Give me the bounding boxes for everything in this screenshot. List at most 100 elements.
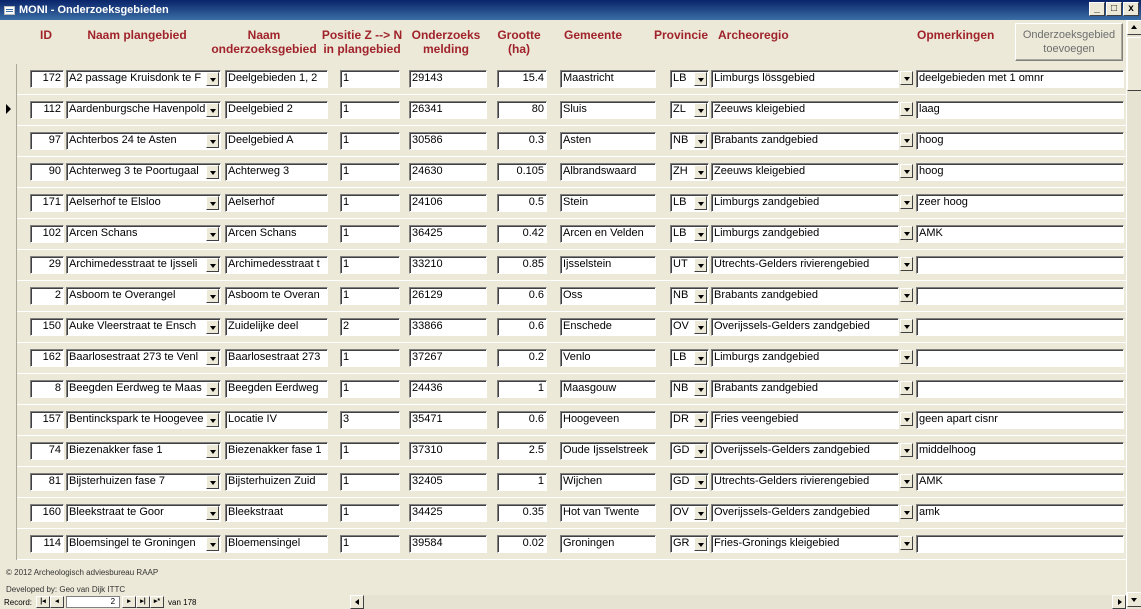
dropdown-arrow-icon[interactable] [694, 72, 707, 86]
provincie-combo[interactable]: GD [670, 473, 709, 491]
add-onderzoeksgebied-button[interactable]: Onderzoeksgebied toevoegen [1015, 23, 1123, 61]
naam-plangebied-combo[interactable]: A2 passage Kruisdonk te F [66, 70, 221, 88]
id-field[interactable]: 172 [30, 70, 64, 88]
provincie-combo[interactable]: LB [670, 194, 709, 212]
positie-field[interactable]: 1 [340, 101, 400, 119]
archeoregio-field[interactable]: Brabants zandgebied [711, 132, 899, 150]
gemeente-field[interactable]: Arcen en Velden [560, 225, 656, 243]
opmerkingen-field[interactable]: geen apart cisnr [916, 411, 1124, 429]
dropdown-arrow-icon[interactable] [206, 103, 219, 117]
archeoregio-dropdown-icon[interactable] [900, 71, 913, 85]
record-selector[interactable] [0, 64, 17, 95]
naam-onderzoeksgebied-field[interactable]: Baarlosestraat 273 [225, 349, 328, 367]
naam-onderzoeksgebied-field[interactable]: Bleekstraat [225, 504, 328, 522]
naam-plangebied-combo[interactable]: Aelserhof te Elsloo [66, 194, 221, 212]
archeoregio-field[interactable]: Brabants zandgebied [711, 380, 899, 398]
positie-field[interactable]: 1 [340, 70, 400, 88]
id-field[interactable]: 81 [30, 473, 64, 491]
table-row[interactable]: 74 Biezenakker fase 1 Biezenakker fase 1 13… [0, 436, 1126, 467]
positie-field[interactable]: 1 [340, 256, 400, 274]
grootte-field[interactable]: 1 [497, 473, 547, 491]
scroll-up-button[interactable] [1127, 20, 1141, 35]
next-record-button[interactable]: ▸ [122, 596, 137, 608]
onderzoeksmelding-field[interactable]: 32405 [409, 473, 487, 491]
table-row[interactable]: 97 Achterbos 24 te Asten Deelgebied A 1 3058… [0, 126, 1126, 157]
archeoregio-field[interactable]: Zeeuws kleigebied [711, 101, 899, 119]
archeoregio-field[interactable]: Limburgs lössgebied [711, 70, 899, 88]
onderzoeksmelding-field[interactable]: 26341 [409, 101, 487, 119]
opmerkingen-field[interactable]: middelhoog [916, 442, 1124, 460]
id-field[interactable]: 29 [30, 256, 64, 274]
positie-field[interactable]: 3 [340, 411, 400, 429]
table-row[interactable]: 90 Achterweg 3 te Poortugaal Achterweg 3 12… [0, 157, 1126, 188]
dropdown-arrow-icon[interactable] [206, 320, 219, 334]
dropdown-arrow-icon[interactable] [694, 413, 707, 427]
opmerkingen-field[interactable] [916, 256, 1124, 274]
dropdown-arrow-icon[interactable] [694, 320, 707, 334]
provincie-combo[interactable]: GR [670, 535, 709, 553]
naam-plangebied-combo[interactable]: Asboom te Overangel [66, 287, 221, 305]
onderzoeksmelding-field[interactable]: 24436 [409, 380, 487, 398]
archeoregio-field[interactable]: Limburgs zandgebied [711, 349, 899, 367]
dropdown-arrow-icon[interactable] [694, 258, 707, 272]
table-row[interactable]: 150 Auke Vleerstraat te Ensch Zuidelijke d… [0, 312, 1126, 343]
naam-plangebied-combo[interactable]: Archimedesstraat te Ijsseli [66, 256, 221, 274]
gemeente-field[interactable]: Enschede [560, 318, 656, 336]
id-field[interactable]: 112 [30, 101, 64, 119]
archeoregio-field[interactable]: Overijssels-Gelders zandgebied [711, 318, 899, 336]
naam-plangebied-combo[interactable]: Aardenburgsche Havenpold [66, 101, 221, 119]
naam-onderzoeksgebied-field[interactable]: Arcen Schans [225, 225, 328, 243]
opmerkingen-field[interactable] [916, 318, 1124, 336]
dropdown-arrow-icon[interactable] [206, 289, 219, 303]
archeoregio-field[interactable]: Fries veengebied [711, 411, 899, 429]
positie-field[interactable]: 1 [340, 132, 400, 150]
id-field[interactable]: 160 [30, 504, 64, 522]
archeoregio-dropdown-icon[interactable] [900, 381, 913, 395]
id-field[interactable]: 97 [30, 132, 64, 150]
archeoregio-dropdown-icon[interactable] [900, 164, 913, 178]
archeoregio-field[interactable]: Utrechts-Gelders rivierengebied [711, 473, 899, 491]
grootte-field[interactable]: 0.6 [497, 287, 547, 305]
naam-onderzoeksgebied-field[interactable]: Deelgebieden 1, 2 [225, 70, 328, 88]
onderzoeksmelding-field[interactable]: 35471 [409, 411, 487, 429]
opmerkingen-field[interactable]: AMK [916, 473, 1124, 491]
dropdown-arrow-icon[interactable] [206, 444, 219, 458]
grootte-field[interactable]: 0.105 [497, 163, 547, 181]
archeoregio-field[interactable]: Limburgs zandgebied [711, 194, 899, 212]
naam-onderzoeksgebied-field[interactable]: Bloemensingel [225, 535, 328, 553]
gemeente-field[interactable]: Hot van Twente [560, 504, 656, 522]
positie-field[interactable]: 1 [340, 380, 400, 398]
archeoregio-dropdown-icon[interactable] [900, 133, 913, 147]
grootte-field[interactable]: 0.3 [497, 132, 547, 150]
positie-field[interactable]: 1 [340, 442, 400, 460]
onderzoeksmelding-field[interactable]: 26129 [409, 287, 487, 305]
opmerkingen-field[interactable]: hoog [916, 163, 1124, 181]
archeoregio-dropdown-icon[interactable] [900, 443, 913, 457]
archeoregio-dropdown-icon[interactable] [900, 102, 913, 116]
grootte-field[interactable]: 0.6 [497, 318, 547, 336]
record-selector[interactable] [0, 312, 17, 343]
archeoregio-field[interactable]: Fries-Gronings kleigebied [711, 535, 899, 553]
naam-plangebied-combo[interactable]: Achterweg 3 te Poortugaal [66, 163, 221, 181]
id-field[interactable]: 90 [30, 163, 64, 181]
archeoregio-dropdown-icon[interactable] [900, 536, 913, 550]
gemeente-field[interactable]: Wijchen [560, 473, 656, 491]
gemeente-field[interactable]: Maasgouw [560, 380, 656, 398]
provincie-combo[interactable]: LB [670, 70, 709, 88]
dropdown-arrow-icon[interactable] [206, 413, 219, 427]
onderzoeksmelding-field[interactable]: 33866 [409, 318, 487, 336]
dropdown-arrow-icon[interactable] [206, 382, 219, 396]
provincie-combo[interactable]: LB [670, 349, 709, 367]
archeoregio-field[interactable]: Brabants zandgebied [711, 287, 899, 305]
archeoregio-field[interactable]: Overijssels-Gelders zandgebied [711, 442, 899, 460]
dropdown-arrow-icon[interactable] [206, 165, 219, 179]
record-selector[interactable] [0, 250, 17, 281]
dropdown-arrow-icon[interactable] [206, 506, 219, 520]
first-record-button[interactable]: |◂ [36, 596, 51, 608]
provincie-combo[interactable]: UT [670, 256, 709, 274]
onderzoeksmelding-field[interactable]: 36425 [409, 225, 487, 243]
onderzoeksmelding-field[interactable]: 33210 [409, 256, 487, 274]
positie-field[interactable]: 1 [340, 194, 400, 212]
last-record-button[interactable]: ▸| [136, 596, 151, 608]
gemeente-field[interactable]: Maastricht [560, 70, 656, 88]
